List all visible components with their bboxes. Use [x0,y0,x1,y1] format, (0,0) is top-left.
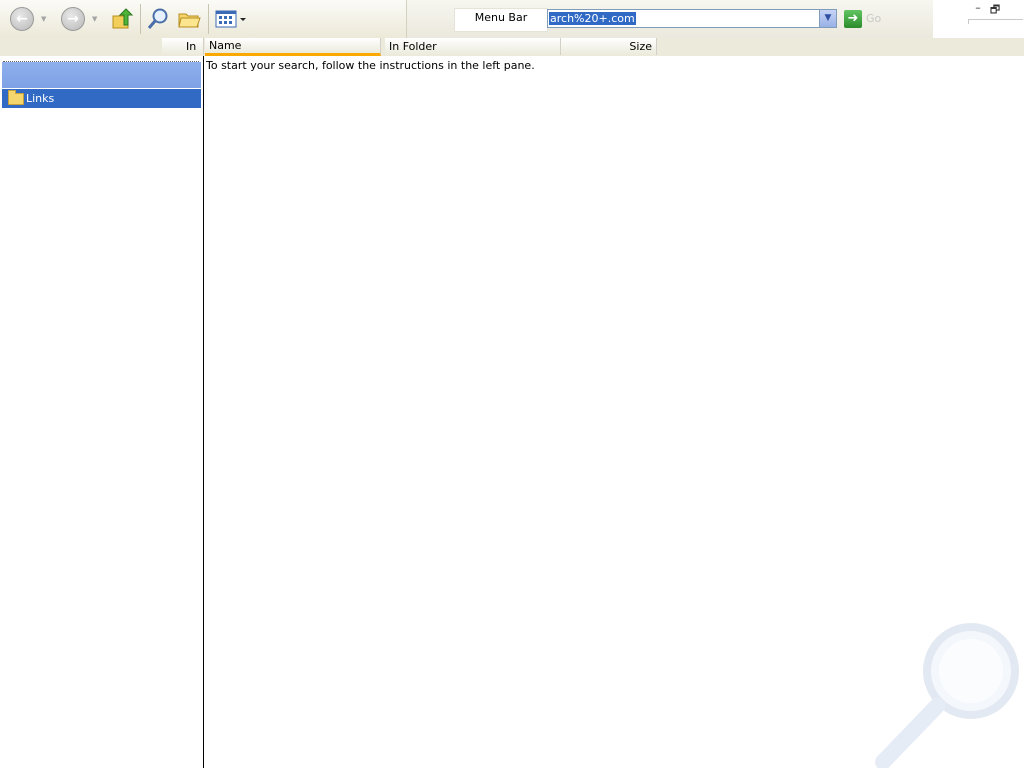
left-pane: Links [0,56,204,768]
toolbar: ← ▼ → ▼ Menu Bar arch%20+.com ▼ ➜ Go – 🗗 [0,0,1024,39]
search-button[interactable] [144,5,172,33]
back-dropdown-icon[interactable]: ▼ [41,15,46,23]
up-folder-icon [112,8,134,29]
mini-scroll-track [968,19,1023,24]
address-input[interactable]: arch%20+.com [549,12,636,25]
toolbar-separator [208,4,209,34]
column-label: In Folder [389,40,437,53]
search-icon [147,8,168,29]
column-label: Size [629,40,652,53]
list-item-label: Links [26,92,55,105]
views-icon [215,10,246,28]
address-combobox[interactable]: arch%20+.com ▼ [547,9,837,28]
forward-button[interactable]: → [59,5,87,33]
restore-icon[interactable]: 🗗 [988,1,1002,20]
menu-bar-label[interactable]: Menu Bar [454,8,548,32]
column-header-bar: In F Name In Folder Size [0,38,1024,70]
search-watermark-icon [875,623,1019,768]
folders-icon [178,13,201,28]
column-header-in-folder[interactable]: In Folder [385,38,561,55]
toolbar-separator [140,4,141,34]
back-icon: ← [10,7,34,31]
list-item-links[interactable]: Links [2,89,201,108]
views-button[interactable] [213,5,249,33]
back-button[interactable]: ← [8,5,36,33]
column-header-in-folder-left[interactable]: In F [162,38,204,70]
forward-icon: → [61,7,85,31]
minimize-icon[interactable]: – [971,1,985,14]
go-arrow-icon[interactable]: ➜ [844,10,862,28]
column-header-name[interactable]: Name [205,38,381,56]
column-label: Name [209,39,242,52]
up-folder-button[interactable] [108,5,136,33]
address-dropdown-icon[interactable]: ▼ [819,10,836,27]
search-companion-band [2,62,201,88]
column-header-size[interactable]: Size [561,38,657,55]
go-button-label[interactable]: Go [866,12,881,25]
folders-button[interactable] [175,5,203,33]
forward-dropdown-icon[interactable]: ▼ [92,15,97,23]
instructions-text: To start your search, follow the instruc… [206,59,535,72]
folder-icon [8,90,24,105]
